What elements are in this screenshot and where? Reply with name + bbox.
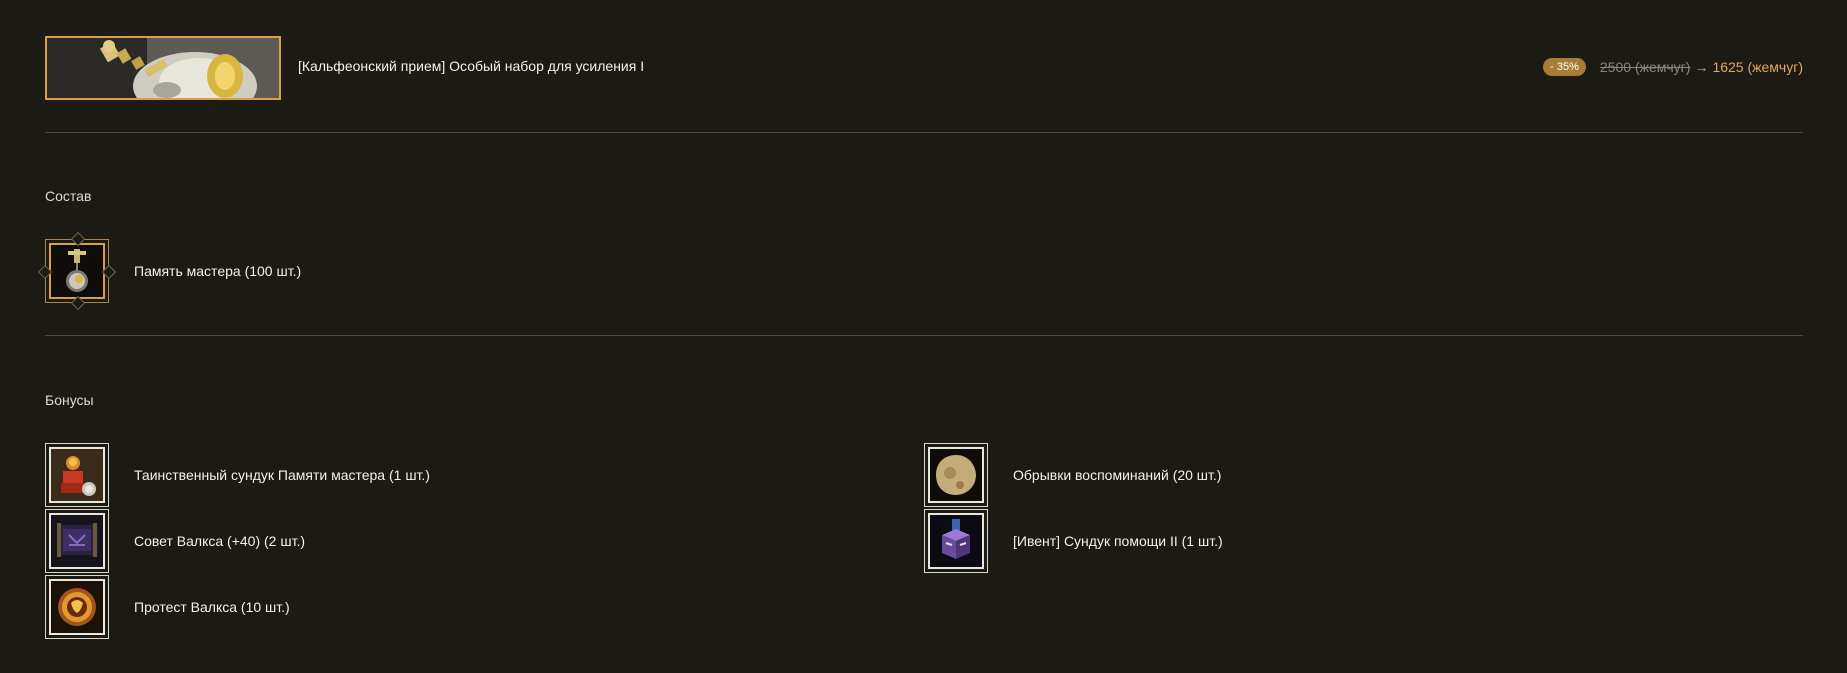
item-icon-frame[interactable] (924, 509, 988, 573)
item-icon-frame[interactable] (45, 575, 109, 639)
bonus-item[interactable]: Обрывки воспоминаний (20 шт.) (924, 443, 1221, 507)
price-arrow: → (1694, 59, 1709, 75)
item-icon-frame[interactable] (37, 231, 117, 311)
enhancement-bundle-banner-icon (47, 38, 279, 98)
item-label: Совет Валкса (+40) (2 шт.) (134, 533, 305, 549)
new-price: 1625 (жемчуг) (1712, 59, 1803, 75)
mystery-chest-icon (49, 447, 105, 503)
item-label: Память мастера (100 шт.) (134, 263, 302, 279)
old-price: 2500 (жемчуг) (1599, 59, 1691, 75)
bonus-item[interactable]: Совет Валкса (+40) (2 шт.) (45, 509, 305, 573)
item-label: [Ивент] Сундук помощи II (1 шт.) (1013, 533, 1223, 549)
bonus-item[interactable]: Таинственный сундук Памяти мастера (1 шт… (45, 443, 430, 507)
item-label: Протест Валкса (10 шт.) (134, 599, 290, 615)
valks-advice-icon (49, 513, 105, 569)
divider (45, 132, 1803, 133)
package-banner-image (45, 36, 281, 100)
item-icon-frame[interactable] (924, 443, 988, 507)
item-label: Обрывки воспоминаний (20 шт.) (1013, 467, 1222, 483)
price-block: - 35% 2500 (жемчуг) → 1625 (жемчуг) (1543, 58, 1803, 76)
item-label: Таинственный сундук Памяти мастера (1 шт… (134, 467, 430, 483)
divider (45, 335, 1803, 336)
section-label-bonuses: Бонусы (45, 392, 94, 408)
valks-protest-icon (49, 579, 105, 635)
item-icon-frame[interactable] (45, 443, 109, 507)
master-memory-icon (49, 243, 105, 299)
composition-item[interactable]: Память мастера (100 шт.) (37, 231, 302, 311)
package-header: [Кальфеонский прием] Особый набор для ус… (45, 36, 1803, 100)
bonus-item[interactable]: Протест Валкса (10 шт.) (45, 575, 290, 639)
section-label-composition: Состав (45, 188, 92, 204)
memory-fragment-icon (928, 447, 984, 503)
bonus-item[interactable]: [Ивент] Сундук помощи II (1 шт.) (924, 509, 1223, 573)
help-chest-icon (928, 513, 984, 569)
item-icon-frame[interactable] (45, 509, 109, 573)
discount-badge: - 35% (1543, 58, 1586, 76)
package-title: [Кальфеонский прием] Особый набор для ус… (298, 58, 645, 74)
